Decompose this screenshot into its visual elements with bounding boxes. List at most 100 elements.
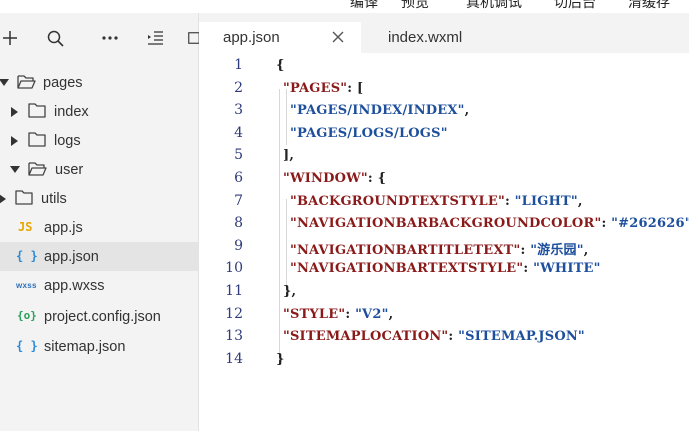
json-punctuation: }, (283, 284, 297, 299)
json-punctuation: : [ (347, 80, 364, 96)
editor-tab-bar: app.json index.wxml (199, 13, 689, 53)
json-punctuation: : (504, 193, 515, 209)
folder-open-icon (28, 161, 47, 177)
chevron-right-icon[interactable] (10, 136, 20, 146)
more-icon[interactable] (99, 27, 121, 49)
json-file-icon: { } (16, 249, 38, 263)
tab-label: index.wxml (388, 29, 463, 46)
json-punctuation: : (345, 306, 356, 322)
tree-item-app-wxss[interactable]: wxss app.wxss (0, 271, 198, 300)
tree-item-label: user (55, 161, 84, 178)
json-punctuation: ], (283, 148, 295, 164)
background-button[interactable]: 切后台 (554, 0, 596, 12)
json-string: "PAGES/LOGS/LOGS" (290, 125, 448, 141)
tab-index-wxml[interactable]: index.wxml (362, 22, 512, 53)
tree-item-label: sitemap.json (44, 338, 126, 355)
chevron-right-icon[interactable] (0, 194, 8, 204)
indent-guide (286, 199, 287, 289)
code-line: { (276, 58, 285, 73)
json-punctuation: : (448, 329, 459, 345)
line-number: 6 (234, 170, 243, 186)
code-line: "PAGES": [ (283, 81, 363, 96)
json-punctuation: , (388, 306, 394, 322)
json-punctuation: , (464, 103, 470, 119)
json-punctuation: : (520, 242, 531, 258)
line-number: 1 (234, 57, 243, 73)
line-number: 14 (225, 350, 243, 367)
json-punctuation: , (583, 242, 589, 258)
code-editor: app.json index.wxml 1 {2 "PAGES": [ 3 "PAGES… (199, 13, 689, 431)
chevron-down-icon[interactable] (0, 78, 9, 88)
code-line: "WINDOW": { (283, 171, 386, 186)
tree-item-label: logs (54, 132, 81, 149)
tree-item-label: pages (43, 74, 83, 91)
line-number: 5 (234, 147, 243, 164)
tree-item-utils[interactable]: utils (0, 184, 198, 213)
code-line: }, (283, 284, 296, 299)
plus-icon[interactable] (0, 27, 21, 49)
line-number: 10 (225, 260, 243, 277)
indent-guide (279, 89, 280, 361)
chevron-right-icon[interactable] (10, 107, 20, 117)
json-key: "WINDOW" (283, 171, 368, 186)
json-string: "WHITE" (533, 261, 601, 277)
tree-item-index[interactable]: index (0, 97, 198, 126)
json-string: "SITEMAP.JSON" (458, 329, 585, 345)
json-string: "V2" (355, 306, 389, 322)
json-punctuation: } (276, 351, 285, 367)
preview-button[interactable]: 预览 (401, 0, 429, 12)
tree-item-logs[interactable]: logs (0, 126, 198, 155)
line-number: 7 (234, 192, 243, 209)
tree-item-label: project.config.json (44, 308, 161, 325)
compile-button[interactable]: 编译 (350, 0, 378, 12)
json-string: "游乐园" (530, 242, 584, 258)
code-line: "NAVIGATIONBARTITLETEXT": "游乐园", (290, 239, 588, 258)
json-string: "LIGHT" (514, 193, 578, 209)
line-number: 11 (225, 283, 243, 299)
json-punctuation: : (601, 216, 612, 232)
folder-icon (28, 103, 46, 118)
line-number: 12 (225, 305, 243, 322)
code-line: "NAVIGATIONBARTEXTSTYLE": "WHITE" (290, 261, 601, 276)
json-string: "#262626" (611, 216, 689, 232)
line-number: 8 (234, 215, 243, 232)
tree-item-sitemap-json[interactable]: { } sitemap.json (0, 332, 198, 361)
code-line: "PAGES/INDEX/INDEX", (290, 103, 469, 118)
code-line: "NAVIGATIONBARBACKGROUNDCOLOR": "#262626… (290, 216, 689, 231)
code-line: ], (283, 148, 294, 163)
json-key: "NAVIGATIONBARBACKGROUNDCOLOR" (290, 216, 602, 232)
json-punctuation: , (577, 193, 583, 209)
chevron-down-icon[interactable] (10, 165, 20, 175)
tree-item-label: app.json (44, 248, 99, 265)
tree-item-app-js[interactable]: JS app.js (0, 213, 198, 242)
outline-icon[interactable] (144, 27, 166, 49)
json-key: "STYLE" (283, 306, 346, 322)
js-file-icon: JS (18, 220, 33, 234)
tab-app-json[interactable]: app.json (199, 22, 361, 53)
tree-item-label: app.wxss (44, 277, 105, 294)
code-line: "STYLE": "V2", (283, 307, 393, 322)
tree-item-app-json[interactable]: { } app.json (0, 242, 198, 271)
search-icon[interactable] (44, 27, 66, 49)
json-key: "NAVIGATIONBARTITLETEXT" (290, 242, 521, 258)
folder-open-icon (17, 74, 36, 90)
close-icon[interactable] (332, 31, 344, 43)
json-punctuation: { (276, 58, 285, 73)
json-string: "PAGES/INDEX/INDEX" (290, 103, 465, 119)
file-explorer: pages index logs user utils JS app.js {… (0, 13, 200, 431)
json-key: "BACKGROUNDTEXTSTYLE" (290, 193, 505, 209)
clear-cache-button[interactable]: 清缓存 (628, 0, 670, 12)
line-number: 3 (234, 102, 243, 119)
tree-item-user[interactable]: user (0, 155, 198, 184)
folder-icon (15, 190, 33, 205)
line-number: 2 (234, 79, 243, 96)
json-punctuation: : { (367, 171, 387, 186)
json-key: "NAVIGATIONBARTEXTSTYLE" (290, 261, 524, 277)
json-key: "SITEMAPLOCATION" (283, 329, 449, 345)
tree-item-label: app.js (44, 219, 83, 236)
remote-debug-button[interactable]: 真机调试 (466, 0, 522, 12)
code-line: "PAGES/LOGS/LOGS" (290, 126, 448, 141)
tree-item-pages[interactable]: pages (0, 68, 198, 97)
tree-item-project-config[interactable]: {o} project.config.json (0, 302, 198, 331)
folder-icon (28, 132, 46, 147)
